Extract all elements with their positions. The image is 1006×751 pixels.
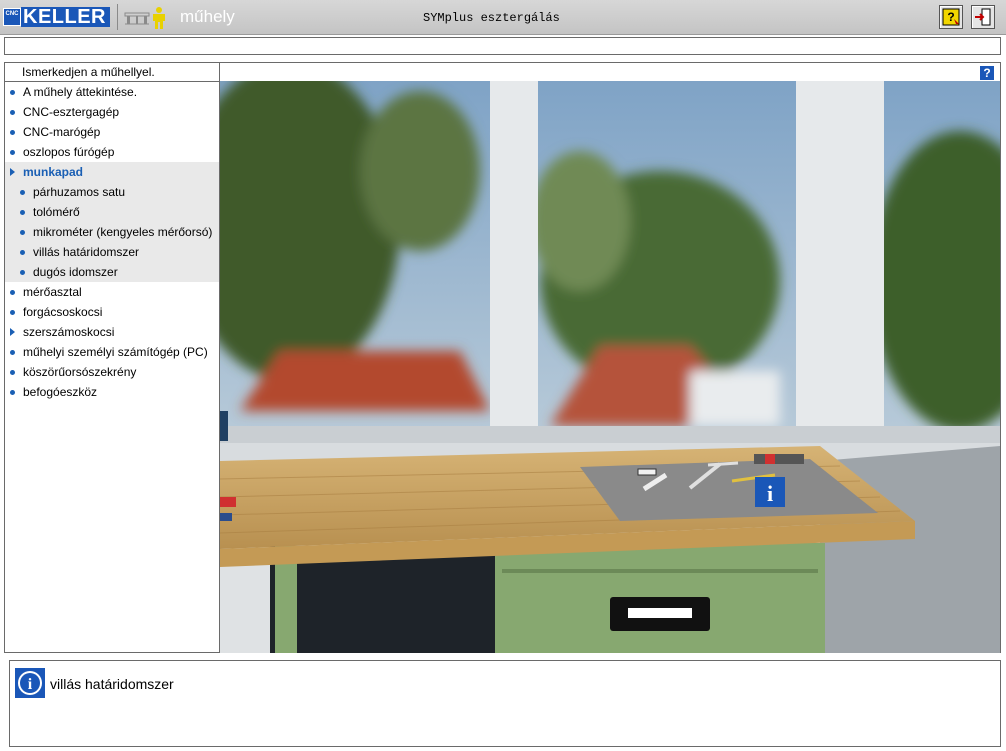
bullet-icon bbox=[20, 270, 25, 275]
nav-item-label: forgácsoskocsi bbox=[23, 305, 103, 319]
app-title: SYMplus esztergálás bbox=[423, 11, 560, 25]
nav-subitem-parhuzamos-satu[interactable]: párhuzamos satu bbox=[5, 182, 219, 202]
nav-item-szerszamoskocsi[interactable]: szerszámoskocsi bbox=[5, 322, 219, 342]
nav-item-label: dugós idomszer bbox=[33, 265, 118, 279]
info-icon-letter: i bbox=[28, 676, 33, 693]
sidebar-header: Ismerkedjen a műhellyel. bbox=[5, 63, 219, 82]
keller-logo: CNC KELLER bbox=[3, 6, 110, 28]
bullet-icon bbox=[20, 250, 25, 255]
nav-item-koszoruorsoszekreny[interactable]: köszörűorsószekrény bbox=[5, 362, 219, 382]
exit-door-icon bbox=[975, 8, 991, 26]
bullet-icon bbox=[10, 90, 15, 95]
nav-item-oszlopos-furogep[interactable]: oszlopos fúrógép bbox=[5, 142, 219, 162]
logo-text: KELLER bbox=[21, 7, 110, 27]
expand-arrow-icon bbox=[10, 168, 15, 176]
nav-item-label: munkapad bbox=[23, 165, 84, 179]
bullet-icon bbox=[20, 190, 25, 195]
bullet-icon bbox=[20, 210, 25, 215]
bullet-icon bbox=[10, 110, 15, 115]
nav-item-label: tolómérő bbox=[33, 205, 80, 219]
window-frame bbox=[796, 81, 884, 431]
nav-item-label: köszörűorsószekrény bbox=[23, 365, 137, 379]
bullet-icon bbox=[20, 230, 25, 235]
bullet-icon bbox=[10, 310, 15, 315]
nav-item-meroasztal[interactable]: mérőasztal bbox=[5, 282, 219, 302]
workshop-3d-view[interactable]: i bbox=[220, 81, 1000, 653]
bullet-icon bbox=[10, 130, 15, 135]
info-text: villás határidomszer bbox=[50, 676, 174, 692]
worker-icon bbox=[153, 7, 165, 29]
nav-item-befogoeszkoz[interactable]: befogóeszköz bbox=[5, 382, 219, 402]
nav-item-label: A műhely áttekintése. bbox=[23, 85, 138, 99]
nav-item-muhelyi-pc[interactable]: műhelyi személyi számítógép (PC) bbox=[5, 342, 219, 362]
title-divider bbox=[117, 4, 118, 30]
lathe-icon bbox=[124, 12, 150, 25]
info-panel: i villás határidomszer bbox=[9, 660, 1001, 747]
nav-item-attekintes[interactable]: A műhely áttekintése. bbox=[5, 82, 219, 102]
nav-item-forgacsoskocsi[interactable]: forgácsoskocsi bbox=[5, 302, 219, 322]
bullet-icon bbox=[10, 390, 15, 395]
window-frame bbox=[490, 81, 538, 431]
nav-subitem-tolomero[interactable]: tolómérő bbox=[5, 202, 219, 222]
nav-item-label: mérőasztal bbox=[23, 285, 82, 299]
nav-item-label: CNC-marógép bbox=[23, 125, 101, 139]
nav-item-label: befogóeszköz bbox=[23, 385, 98, 399]
scene-info-letter: i bbox=[767, 481, 773, 506]
mode-label: műhely bbox=[180, 7, 235, 26]
nav-item-cnc-marogep[interactable]: CNC-marógép bbox=[5, 122, 219, 142]
expand-arrow-icon bbox=[10, 328, 15, 336]
nav-item-label: szerszámoskocsi bbox=[23, 325, 115, 339]
nav-item-label: villás határidomszer bbox=[33, 245, 140, 259]
title-bar: CNC KELLER műhely SYMplus esztergálás ? bbox=[0, 0, 1006, 35]
nav-item-label: oszlopos fúrógép bbox=[23, 145, 115, 159]
info-icon: i bbox=[15, 668, 45, 698]
nav-item-munkapad[interactable]: munkapad bbox=[5, 162, 219, 182]
nav-subitem-mikrometer[interactable]: mikrométer (kengyeles mérőorsó) bbox=[5, 222, 219, 242]
bullet-icon bbox=[10, 350, 15, 355]
cnc-badge: CNC bbox=[3, 8, 21, 26]
nav-subitem-villas-hataridomszer[interactable]: villás határidomszer bbox=[5, 242, 219, 262]
exit-button[interactable] bbox=[971, 5, 995, 29]
nav-item-label: CNC-esztergagép bbox=[23, 105, 120, 119]
svg-text:?: ? bbox=[947, 10, 954, 24]
help-topic-button[interactable]: ? bbox=[939, 5, 963, 29]
nav-item-label: párhuzamos satu bbox=[33, 185, 126, 199]
nav-item-label: mikrométer (kengyeles mérőorsó) bbox=[33, 225, 213, 239]
question-arrow-icon: ? bbox=[942, 8, 960, 26]
bullet-icon bbox=[10, 290, 15, 295]
sidebar: Ismerkedjen a műhellyel. A műhely átteki… bbox=[4, 62, 220, 653]
main-panel: ? i bbox=[220, 62, 1001, 653]
status-strip bbox=[4, 37, 1001, 55]
help-button[interactable]: ? bbox=[980, 66, 994, 80]
scene-info-marker[interactable]: i bbox=[755, 477, 785, 507]
nav-subitem-dugos-idomszer[interactable]: dugós idomszer bbox=[5, 262, 219, 282]
nav-item-cnc-esztergagep[interactable]: CNC-esztergagép bbox=[5, 102, 219, 122]
nav-item-label: műhelyi személyi számítógép (PC) bbox=[23, 345, 208, 359]
drawer-handle bbox=[628, 608, 692, 618]
bullet-icon bbox=[10, 150, 15, 155]
bullet-icon bbox=[10, 370, 15, 375]
